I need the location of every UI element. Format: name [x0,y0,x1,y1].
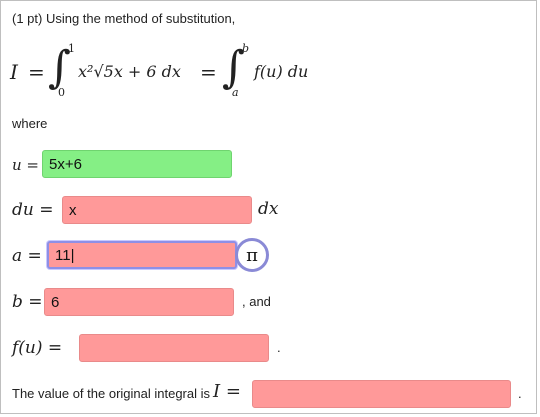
integrand-2: f(u) du [254,62,309,81]
a-label: a = [12,246,42,266]
u-label: u = [12,156,39,174]
upper-limit-2: b [242,42,250,55]
fu-suffix: . [277,340,281,355]
fu-label: f(u) = [12,338,63,358]
du-suffix: dx [258,199,279,219]
b-label: b = [12,292,43,312]
final-variable: I = [213,381,241,402]
fu-input[interactable] [79,334,269,362]
a-input[interactable] [47,241,237,269]
pi-symbol-icon: π [246,244,258,266]
final-label: The value of the original integral is [12,386,211,401]
b-input[interactable] [44,288,234,316]
lower-limit-1: 0 [58,86,65,99]
integral-equation: I = ∫ 1 0 x²√5x + 6 dx = ∫ b a f(u) du [10,40,350,106]
integral-value-input[interactable] [252,380,511,408]
lower-limit-2: a [232,86,239,99]
integrand: x²√5x + 6 dx [78,62,181,81]
upper-limit-1: 1 [68,42,75,55]
du-label: du = [12,200,54,220]
pi-button[interactable]: π [235,238,269,272]
problem-header: (1 pt) Using the method of substitution, [12,11,236,26]
lhs-variable: I [10,60,18,84]
final-suffix: . [518,386,522,401]
u-input[interactable] [42,150,232,178]
equals-sign-1: = [28,60,45,84]
equals-sign-2: = [200,60,217,84]
b-suffix: , and [242,294,271,309]
du-input[interactable] [62,196,252,224]
where-label: where [12,116,48,131]
